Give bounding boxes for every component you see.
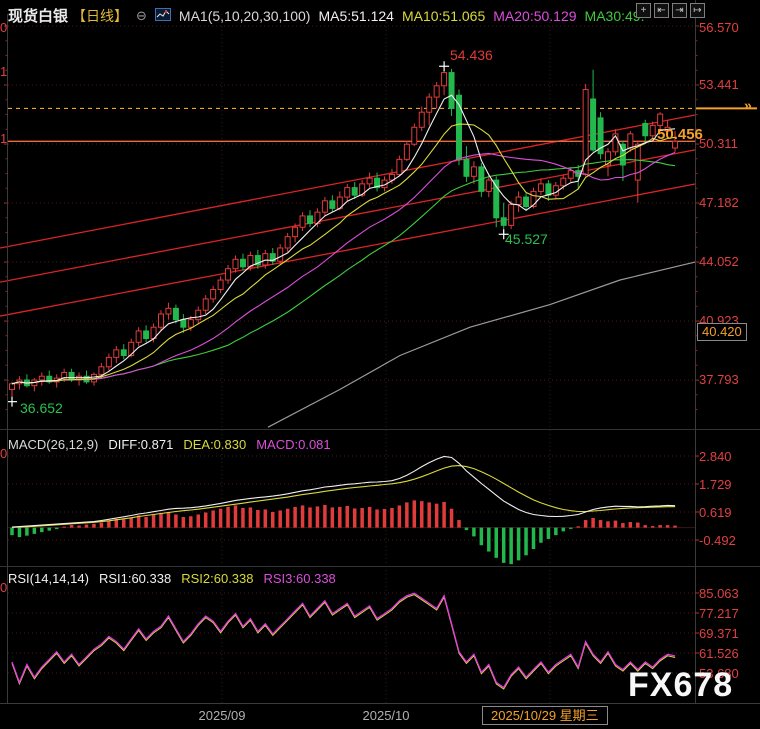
macd-diff-value: DIFF:0.871 [108,437,173,452]
chart-canvas[interactable] [0,0,760,729]
price-axis-label: 44.052 [699,254,739,269]
move-tool-icon[interactable]: + [636,3,651,18]
clipped-axis-fragment: 1 [0,64,7,79]
rsi-axis-label: 85.063 [699,586,739,601]
collapse-icon[interactable]: ⊖ [136,8,147,24]
axis-expand-icon[interactable]: ⇥ [672,3,687,18]
clipped-axis-fragment: 0 [0,580,7,595]
macd-axis-label: 1.729 [699,477,732,492]
rsi-header: RSI(14,14,14) RSI1:60.338 RSI2:60.338 RS… [8,571,336,586]
indicator-chart-icon [155,8,171,24]
rsi1-value: RSI1:60.338 [99,571,171,586]
price-axis-label: 47.182 [699,195,739,210]
high-price-annotation: 54.436 [450,47,493,63]
price-axis-label: 50.311 [699,136,738,151]
macd-axis-label: 0.619 [699,505,732,520]
current-date-label[interactable]: 2025/10/29 星期三 [482,706,608,725]
macd-macd-value: MACD:0.081 [256,437,330,452]
clipped-axis-fragment: 1 [0,131,7,146]
last-price-annotation: 50.456 [657,126,703,143]
low-price-annotation: 45.527 [505,231,548,247]
alert-arrow-icon[interactable]: » [744,97,752,113]
clipped-axis-fragment: 0 [0,446,7,461]
macd-axis-label: -0.492 [699,533,736,548]
ma20-value: MA20:50.129 [493,8,576,24]
rsi3-value: RSI3:60.338 [264,571,336,586]
macd-axis-label: 2.840 [699,449,732,464]
chart-toolbar: + ⇤ ⇥ ↦ [636,3,705,18]
rsi2-value: RSI2:60.338 [181,571,253,586]
period-label: 【日线】 [72,6,128,26]
rsi-axis-label: 61.526 [699,646,739,661]
x-axis-month-label: 2025/10 [346,708,426,723]
macd-dea-value: DEA:0.830 [183,437,246,452]
watermark: FX678 [628,666,733,705]
highlighted-price-label: 40.420 [697,323,747,341]
ma10-value: MA10:51.065 [402,8,485,24]
pan-right-icon[interactable]: ↦ [690,3,705,18]
price-axis-label: 53.441 [699,77,739,92]
symbol-name: 现货白银 [8,5,68,26]
chart-header: 现货白银 【日线】 ⊖ MA1(5,10,20,30,100) MA5:51.1… [8,5,644,26]
macd-header: MACD(26,12,9) DIFF:0.871 DEA:0.830 MACD:… [8,437,331,452]
axis-shrink-icon[interactable]: ⇤ [654,3,669,18]
price-axis-label: 56.570 [699,20,739,35]
start-low-annotation: 36.652 [20,400,63,416]
clipped-axis-fragment: 0 [0,20,7,35]
x-axis-month-label: 2025/09 [182,708,262,723]
price-axis-label: 37.793 [699,372,739,387]
ma5-value: MA5:51.124 [318,8,394,24]
ma-settings-label: MA1(5,10,20,30,100) [179,8,311,24]
rsi-axis-label: 77.217 [699,606,739,621]
rsi-title: RSI(14,14,14) [8,571,89,586]
macd-title: MACD(26,12,9) [8,437,98,452]
trading-chart-window: 现货白银 【日线】 ⊖ MA1(5,10,20,30,100) MA5:51.1… [0,0,760,729]
rsi-axis-label: 69.371 [699,626,739,641]
